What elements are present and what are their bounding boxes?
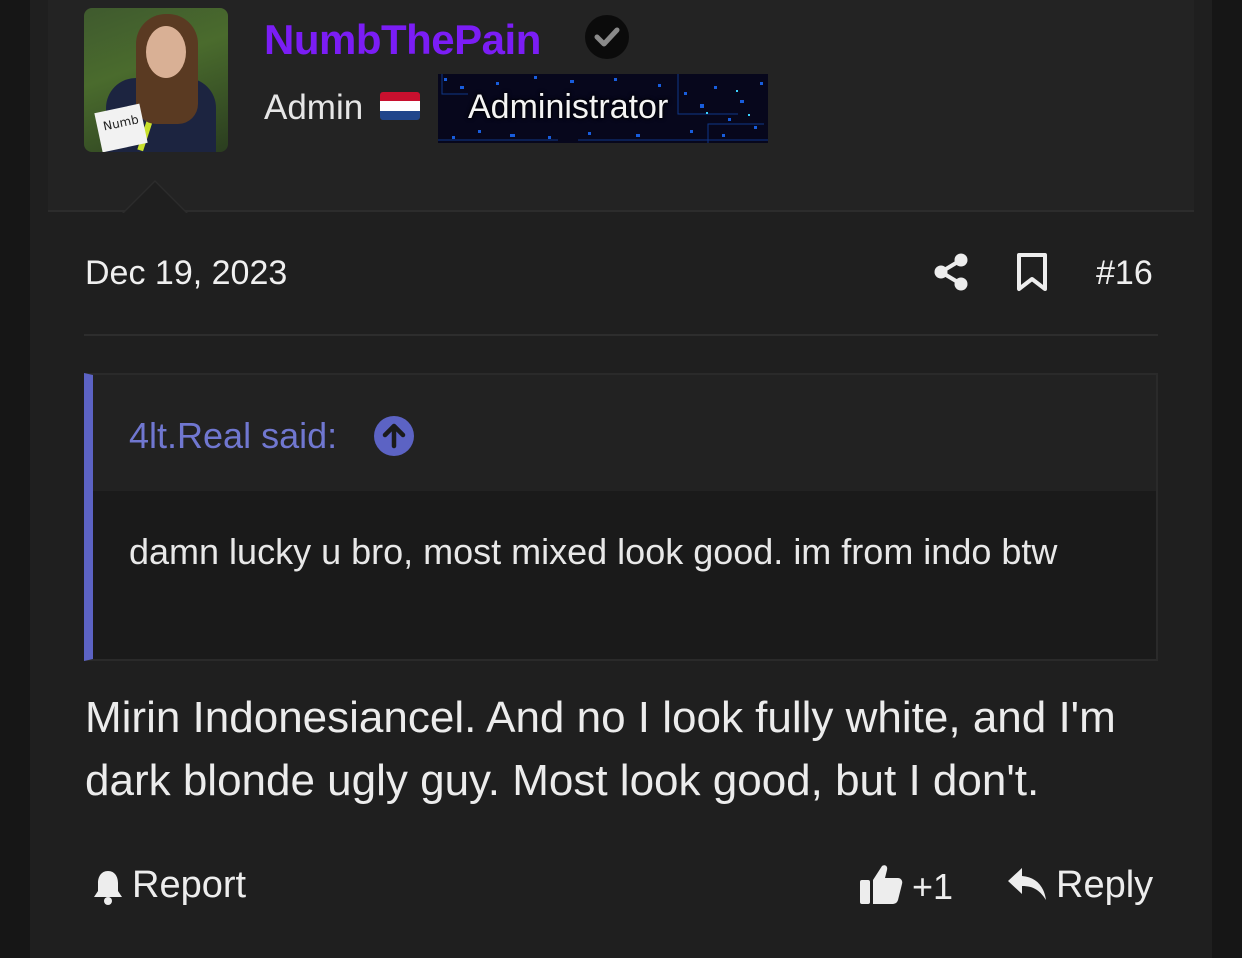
role-title: Admin	[264, 88, 364, 127]
quote-author-link[interactable]: 4lt.Real said:	[129, 415, 337, 457]
quote-text: damn lucky u bro, most mixed look good. …	[129, 531, 1058, 572]
avatar[interactable]: Numb	[84, 8, 228, 152]
reaction-count[interactable]: +1	[912, 866, 953, 908]
reply-button[interactable]: Reply	[1056, 864, 1153, 907]
arrow-up-icon[interactable]	[373, 415, 415, 457]
administrator-label: Administrator	[468, 88, 669, 126]
flag-netherlands-icon	[380, 92, 420, 120]
username[interactable]: NumbThePain	[264, 16, 541, 64]
verified-icon	[585, 15, 629, 59]
administrator-banner: Administrator	[438, 74, 768, 143]
quote-block: 4lt.Real said: damn lucky u bro, most mi…	[84, 373, 1158, 661]
quote-header: 4lt.Real said:	[93, 375, 1156, 491]
post-date[interactable]: Dec 19, 2023	[85, 254, 287, 293]
header-pointer	[122, 180, 188, 213]
bell-icon[interactable]	[92, 868, 124, 906]
post-message: Mirin Indonesiancel. And no I look fully…	[85, 693, 1116, 805]
share-icon[interactable]	[932, 252, 970, 292]
post-number-link[interactable]: #16	[1096, 254, 1153, 293]
thumbs-up-icon[interactable]	[858, 862, 904, 906]
reply-icon[interactable]	[1006, 866, 1048, 902]
report-button[interactable]: Report	[132, 864, 246, 907]
divider	[84, 334, 1158, 336]
bookmark-icon[interactable]	[1014, 252, 1050, 292]
